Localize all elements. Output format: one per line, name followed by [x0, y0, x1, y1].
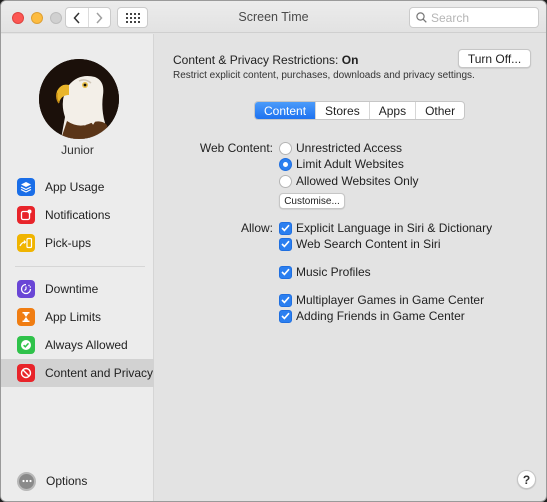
sidebar-item-label: Pick-ups [45, 236, 92, 250]
radio-limit-adult-websites[interactable]: Limit Adult Websites [279, 156, 404, 172]
web-content-label: Web Content: [199, 141, 273, 155]
turn-off-button[interactable]: Turn Off... [458, 49, 531, 68]
checkbox-checked[interactable] [279, 265, 292, 279]
sidebar-item-label: Downtime [45, 282, 99, 296]
help-button[interactable]: ? [517, 470, 536, 489]
sidebar-item-content-privacy[interactable]: Content and Privacy [1, 359, 154, 387]
radio-button[interactable] [279, 141, 292, 155]
search-icon [416, 12, 427, 23]
radio-label: Limit Adult Websites [296, 157, 404, 171]
sidebar-item-label: App Usage [45, 180, 105, 194]
checkmark-icon [281, 296, 290, 304]
sidebar-item-app-usage[interactable]: App Usage [1, 173, 154, 201]
checkbox-checked[interactable] [279, 293, 292, 307]
radio-label: Allowed Websites Only [296, 174, 419, 188]
allow-label: Allow: [240, 221, 273, 235]
sidebar-item-label: Always Allowed [45, 338, 128, 352]
tab-stores[interactable]: Stores [315, 102, 369, 119]
restrictions-label: Content & Privacy Restrictions: [173, 53, 339, 67]
radio-button[interactable] [279, 174, 292, 188]
category-tabs: Content Stores Apps Other [254, 101, 466, 120]
checkbox-label: Multiplayer Games in Game Center [296, 293, 485, 307]
pickups-icon [17, 234, 35, 252]
user-avatar[interactable] [39, 59, 119, 139]
checkbox-adding-friends[interactable]: Adding Friends in Game Center [279, 308, 465, 324]
search-field[interactable] [409, 7, 539, 28]
content-pane: Content & Privacy Restrictions: On Restr… [155, 34, 546, 501]
user-name: Junior [61, 143, 94, 157]
app-limits-icon [17, 308, 35, 326]
radio-button-selected[interactable] [279, 157, 292, 171]
sidebar-divider [15, 266, 145, 267]
checkbox-web-search-content[interactable]: Web Search Content in Siri [279, 236, 441, 252]
title-bar: Screen Time [1, 1, 546, 33]
restrictions-state: On [341, 53, 359, 67]
checkbox-checked[interactable] [279, 237, 292, 251]
content-privacy-icon [17, 364, 35, 382]
radio-unrestricted-access[interactable]: Unrestricted Access [279, 140, 402, 156]
checkmark-icon [281, 268, 290, 276]
options-icon [17, 471, 36, 491]
checkbox-label: Music Profiles [296, 265, 371, 279]
tab-other[interactable]: Other [415, 102, 464, 119]
search-input[interactable] [431, 10, 531, 25]
sidebar-item-downtime[interactable]: Downtime [1, 275, 154, 303]
notifications-icon [17, 206, 35, 224]
checkmark-icon [281, 312, 290, 320]
downtime-icon [17, 280, 35, 298]
always-allowed-icon [17, 336, 35, 354]
sidebar-options[interactable]: Options [1, 467, 154, 495]
sidebar-item-app-limits[interactable]: App Limits [1, 303, 154, 331]
sidebar: Junior App Usage Notifications Pick-ups … [1, 34, 154, 501]
app-usage-icon [17, 178, 35, 196]
tab-content[interactable]: Content [255, 102, 316, 119]
customise-button[interactable]: Customise... [279, 193, 345, 209]
screen-time-window: Screen Time Junior App Us [0, 0, 547, 502]
restrictions-status: Content & Privacy Restrictions: On [173, 53, 358, 67]
sidebar-item-label: Content and Privacy [45, 366, 154, 380]
sidebar-item-label: App Limits [45, 310, 102, 324]
checkbox-checked[interactable] [279, 309, 292, 323]
sidebar-item-pickups[interactable]: Pick-ups [1, 229, 154, 257]
checkmark-icon [281, 224, 290, 232]
checkbox-multiplayer-games[interactable]: Multiplayer Games in Game Center [279, 292, 484, 308]
checkbox-music-profiles[interactable]: Music Profiles [279, 264, 371, 280]
sidebar-item-notifications[interactable]: Notifications [1, 201, 154, 229]
options-label: Options [46, 474, 88, 488]
checkbox-label: Web Search Content in Siri [296, 237, 441, 251]
sidebar-item-label: Notifications [45, 208, 111, 222]
checkbox-label: Adding Friends in Game Center [296, 309, 465, 323]
tab-apps[interactable]: Apps [368, 102, 415, 119]
radio-allowed-websites-only[interactable]: Allowed Websites Only [279, 173, 419, 189]
checkbox-label: Explicit Language in Siri & Dictionary [296, 221, 493, 235]
sidebar-item-always-allowed[interactable]: Always Allowed [1, 331, 154, 359]
checkmark-icon [281, 240, 290, 248]
restrictions-description: Restrict explicit content, purchases, do… [173, 70, 475, 81]
checkbox-explicit-language[interactable]: Explicit Language in Siri & Dictionary [279, 220, 492, 236]
radio-label: Unrestricted Access [296, 141, 403, 155]
eagle-photo [39, 59, 119, 139]
checkbox-checked[interactable] [279, 221, 292, 235]
